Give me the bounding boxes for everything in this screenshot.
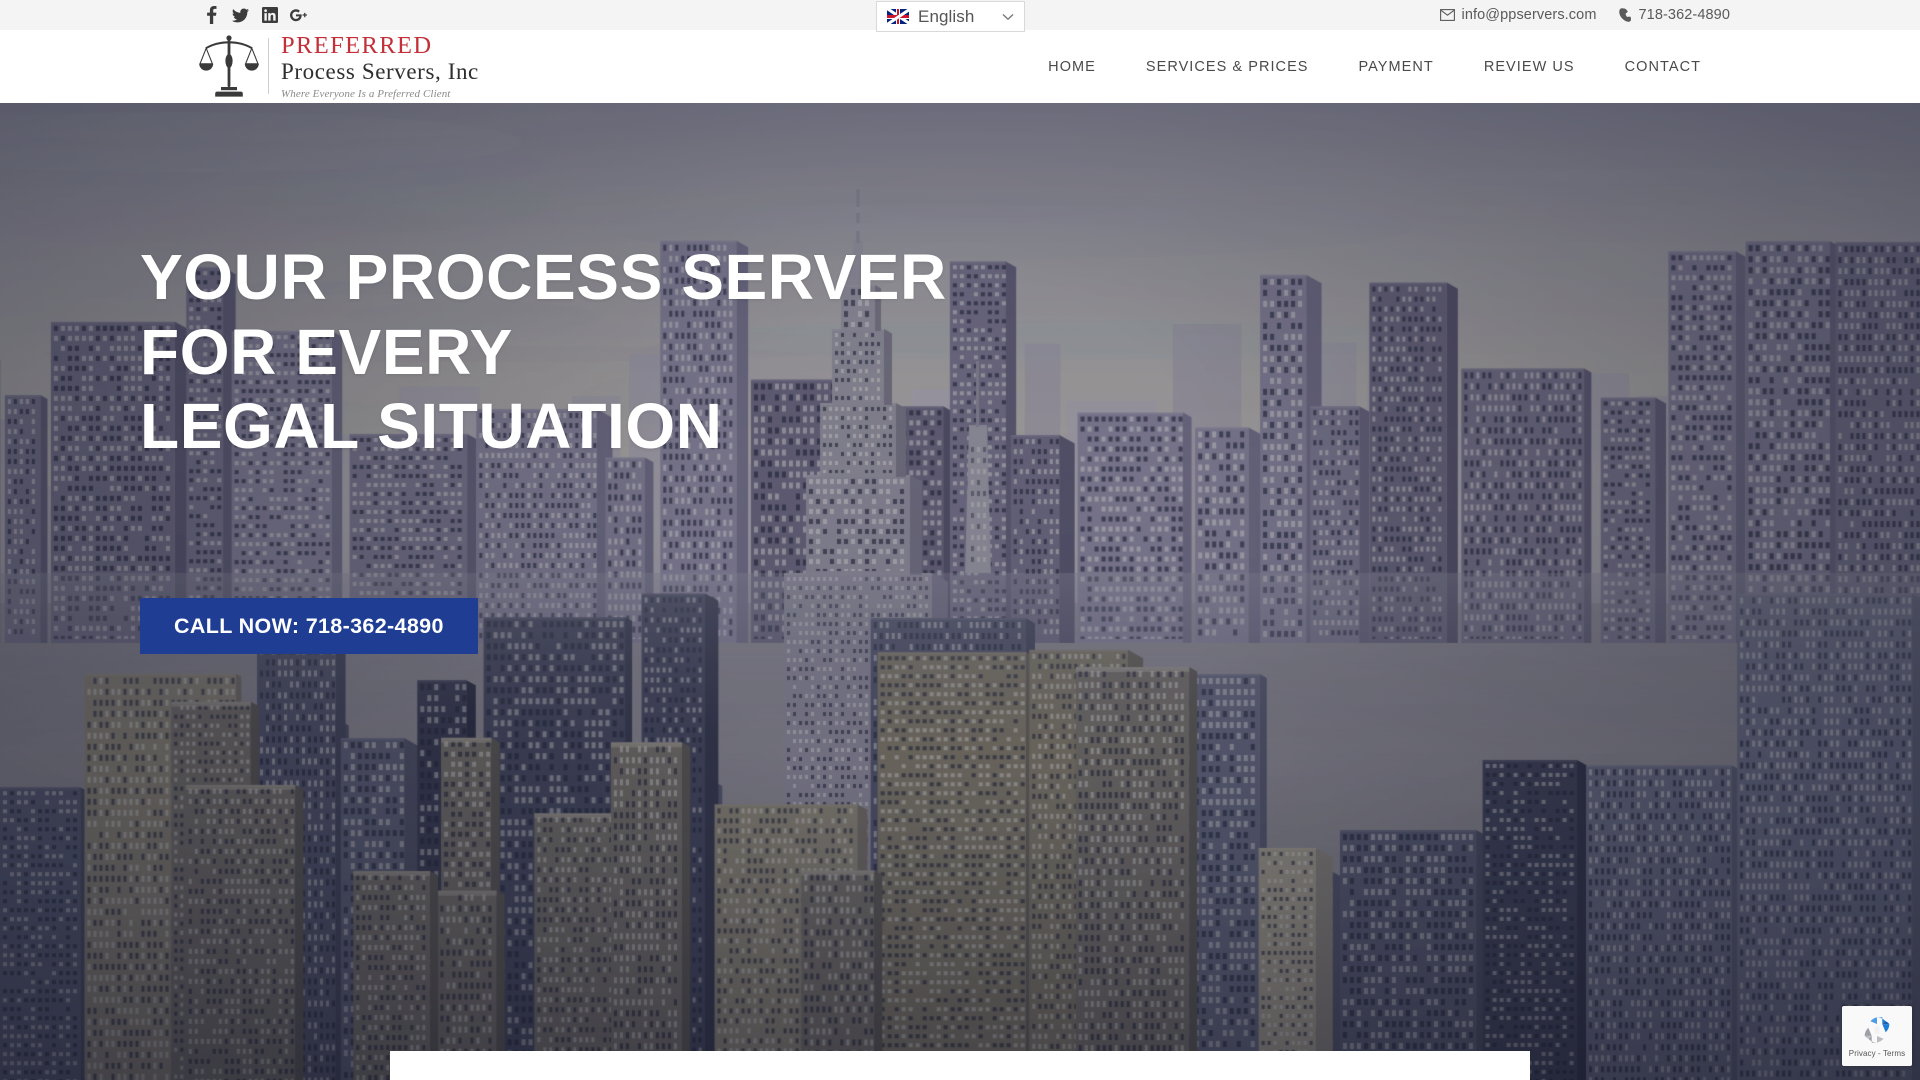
hero-cityscape-image — [0, 103, 1920, 1080]
feature-highlights-card: 50+ YEARS OF EXPERIENCE NATIONWIDE SERVI… — [390, 1051, 1530, 1080]
logo-tagline: Where Everyone Is a Preferred Client — [281, 87, 451, 100]
recaptcha-icon — [1861, 1014, 1893, 1046]
recaptcha-privacy-terms-text: Privacy - Terms — [1848, 1049, 1906, 1058]
logo-divider — [268, 38, 269, 95]
email-link[interactable]: info@ppservers.com — [1439, 7, 1597, 23]
email-text: info@ppservers.com — [1461, 7, 1597, 23]
main-navigation: HOME SERVICES & PRICES PAYMENT REVIEW US… — [1023, 30, 1726, 103]
nav-item-home[interactable]: HOME — [1023, 59, 1121, 75]
nav-item-review-us[interactable]: REVIEW US — [1459, 59, 1600, 75]
facebook-icon[interactable] — [203, 6, 220, 24]
nav-item-payment[interactable]: PAYMENT — [1334, 59, 1459, 75]
call-now-button[interactable]: CALL NOW: 718-362-4890 — [140, 598, 478, 654]
language-selected-label: English — [918, 6, 975, 26]
site-header: PREFERRED Process Servers, Inc Where Eve… — [0, 30, 1920, 103]
logo-line-1: PREFERRED — [281, 32, 433, 60]
site-logo[interactable]: PREFERRED Process Servers, Inc Where Eve… — [198, 33, 479, 100]
social-links — [203, 6, 307, 24]
linkedin-icon[interactable] — [261, 7, 278, 24]
phone-icon — [1618, 8, 1632, 22]
nav-item-services-prices[interactable]: SERVICES & PRICES — [1121, 59, 1334, 75]
nav-item-contact[interactable]: CONTACT — [1600, 59, 1726, 75]
phone-text: 718-362-4890 — [1638, 7, 1730, 23]
top-utility-bar: English info@ppservers.com 718-362-4890 — [0, 0, 1920, 32]
phone-link[interactable]: 718-362-4890 — [1618, 7, 1731, 23]
scales-of-justice-icon — [198, 33, 260, 99]
hero-section: YOUR PROCESS SERVER FOR EVERY LEGAL SITU… — [0, 103, 1920, 1080]
uk-flag-icon — [887, 9, 909, 24]
twitter-icon[interactable] — [232, 7, 249, 24]
google-plus-icon[interactable] — [290, 7, 307, 24]
recaptcha-badge[interactable]: Privacy - Terms — [1842, 1006, 1912, 1066]
logo-line-2: Process Servers, Inc — [281, 59, 479, 85]
envelope-icon — [1439, 9, 1455, 21]
language-selector[interactable]: English — [876, 1, 1025, 32]
chevron-down-icon — [1002, 10, 1014, 24]
